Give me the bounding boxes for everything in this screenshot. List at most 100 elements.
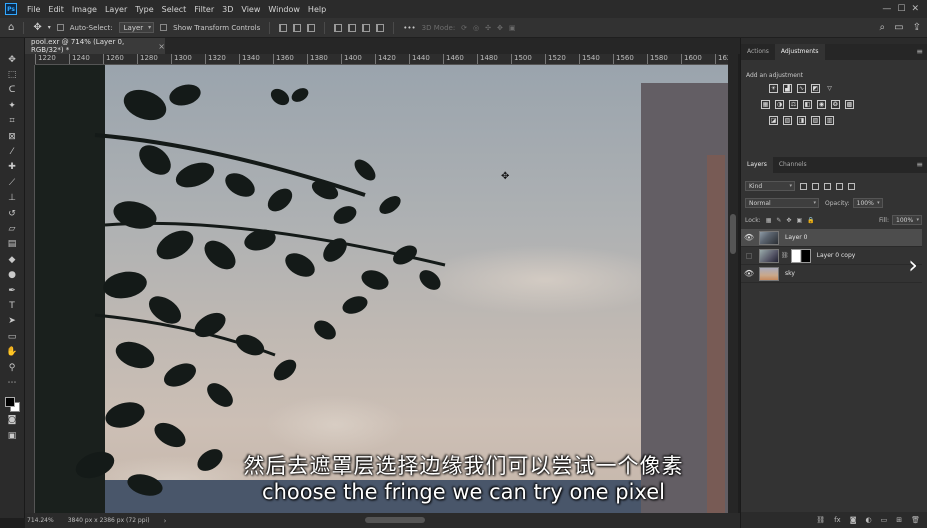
vertical-scrollbar[interactable] (728, 54, 738, 513)
mask-icon[interactable]: ◙ (850, 516, 857, 524)
menu-view[interactable]: View (237, 5, 264, 14)
history-brush-icon[interactable]: ↺ (4, 206, 20, 221)
align-middle-icon[interactable] (348, 23, 357, 32)
threshold-icon[interactable]: ◨ (797, 116, 806, 125)
document-tab[interactable]: pool.exr @ 714% (Layer 0, RGB/32*) * × (25, 38, 165, 54)
layer-row-sky[interactable]: 👁 sky (741, 265, 922, 283)
status-menu-arrow[interactable]: › (164, 517, 167, 525)
tab-channels[interactable]: Channels (773, 157, 813, 173)
minimize-button[interactable]: — (882, 4, 891, 14)
shape-filter-icon[interactable] (836, 182, 843, 190)
frame-tool-icon[interactable]: ⊠ (4, 129, 20, 144)
visibility-eye-icon[interactable]: 👁 (741, 233, 757, 242)
tab-adjustments[interactable]: Adjustments (774, 44, 825, 60)
workspace-icon[interactable]: ▭ (894, 22, 903, 33)
path-select-icon[interactable]: ➤ (4, 314, 20, 329)
visibility-toggle-off[interactable] (741, 252, 757, 259)
document-canvas[interactable]: ✥ (35, 65, 728, 513)
brightness-contrast-icon[interactable]: ☀ (769, 84, 778, 93)
smart-object-filter-icon[interactable] (848, 182, 855, 190)
rectangle-tool-icon[interactable]: ▭ (4, 329, 20, 344)
panel-menu-icon[interactable]: ≡ (916, 44, 927, 60)
more-tools-icon[interactable]: ⋯ (4, 375, 20, 390)
vibrance-icon[interactable]: ▦ (761, 100, 770, 109)
distribute-icon[interactable] (376, 23, 385, 32)
3d-roll-icon[interactable]: ◎ (473, 24, 479, 32)
search-icon[interactable]: ⌕ (880, 22, 886, 33)
lock-pixels-icon[interactable]: ✎ (776, 217, 781, 224)
move-tool-icon[interactable]: ✥ (4, 52, 20, 67)
menu-layer[interactable]: Layer (101, 5, 131, 14)
black-white-icon[interactable]: ◧ (803, 100, 812, 109)
levels-icon[interactable]: ▟ (783, 84, 792, 93)
menu-file[interactable]: File (23, 5, 44, 14)
magic-wand-icon[interactable]: ✦ (4, 98, 20, 113)
hue-saturation-icon[interactable]: ◑ (775, 100, 784, 109)
align-center-icon[interactable] (293, 23, 302, 32)
healing-brush-icon[interactable]: ✚ (4, 160, 20, 175)
eyedropper-icon[interactable]: ⁄ (4, 144, 20, 159)
new-layer-icon[interactable]: ⊞ (896, 516, 902, 524)
chevron-down-icon[interactable]: ▾ (48, 24, 51, 31)
color-balance-icon[interactable]: ⚖ (789, 100, 798, 109)
posterize-icon[interactable]: ▧ (783, 116, 792, 125)
lock-artboard-icon[interactable]: ▣ (796, 217, 802, 224)
horizontal-scrollbar-thumb[interactable] (365, 517, 425, 523)
layer-row-layer0-copy[interactable]: ⛓ Layer 0 copy (741, 247, 922, 265)
layer-row-layer0[interactable]: 👁 Layer 0 (741, 229, 922, 247)
menu-edit[interactable]: Edit (44, 5, 68, 14)
lasso-tool-icon[interactable]: ᑕ (4, 83, 20, 98)
blur-tool-icon[interactable]: ◆ (4, 252, 20, 267)
screen-mode-icon[interactable]: ▣ (4, 428, 20, 443)
menu-help[interactable]: Help (304, 5, 330, 14)
adjustment-icon[interactable]: ◐ (866, 516, 872, 524)
scrollbar-thumb[interactable] (730, 214, 736, 254)
type-filter-icon[interactable] (824, 182, 831, 190)
close-window-button[interactable]: ✕ (911, 4, 919, 14)
marquee-tool-icon[interactable]: ⬚ (4, 67, 20, 82)
dodge-tool-icon[interactable]: ● (4, 267, 20, 282)
3d-slide-icon[interactable]: ✥ (497, 24, 503, 32)
selective-color-icon[interactable]: ▨ (811, 116, 820, 125)
tab-actions[interactable]: Actions (741, 44, 775, 60)
panel-menu-icon[interactable]: ≡ (916, 157, 927, 173)
exposure-icon[interactable]: ◩ (811, 84, 820, 93)
foreground-color-swatch[interactable] (5, 396, 15, 407)
share-icon[interactable]: ⇪ (913, 22, 921, 33)
fx-icon[interactable]: fx (834, 516, 841, 524)
invert-icon[interactable]: ◪ (769, 116, 778, 125)
link-icon[interactable]: ⛓ (816, 516, 825, 524)
menu-3d[interactable]: 3D (218, 5, 237, 14)
align-right-icon[interactable] (307, 23, 316, 32)
horizontal-ruler[interactable]: 1220 1240 1260 1280 1300 1320 1340 1360 … (35, 54, 728, 65)
home-icon[interactable]: ⌂ (8, 22, 14, 33)
type-tool-icon[interactable]: T (4, 298, 20, 313)
align-top-icon[interactable] (334, 23, 343, 32)
menu-image[interactable]: Image (68, 5, 101, 14)
chevron-right-icon[interactable]: › (903, 250, 923, 280)
visibility-eye-icon[interactable]: 👁 (741, 269, 757, 278)
color-swatches[interactable] (3, 395, 21, 413)
hand-tool-icon[interactable]: ✋ (4, 344, 20, 359)
group-icon[interactable]: ▭ (881, 516, 888, 524)
clone-stamp-icon[interactable]: ⊥ (4, 191, 20, 206)
color-lookup-icon[interactable]: ▩ (845, 100, 854, 109)
pen-tool-icon[interactable]: ✒ (4, 283, 20, 298)
gradient-tool-icon[interactable]: ▤ (4, 237, 20, 252)
fill-field[interactable]: 100% (892, 215, 922, 225)
link-chain-icon[interactable]: ⛓ (781, 252, 789, 259)
align-left-icon[interactable] (279, 23, 288, 32)
gradient-triangle-icon[interactable]: ▽ (825, 84, 834, 93)
close-icon[interactable]: × (158, 42, 165, 51)
crop-tool-icon[interactable]: ⌗ (4, 114, 20, 129)
pixel-filter-icon[interactable] (800, 182, 807, 190)
maximize-button[interactable]: ☐ (897, 4, 905, 14)
channel-mixer-icon[interactable]: ❂ (831, 100, 840, 109)
lock-all-icon[interactable]: 🔒 (807, 217, 814, 224)
move-tool-icon[interactable]: ✥ (33, 22, 41, 33)
menu-type[interactable]: Type (131, 5, 157, 14)
blend-mode-dropdown[interactable]: Normal (745, 198, 819, 208)
ruler-origin[interactable] (25, 54, 35, 65)
curves-icon[interactable]: ∿ (797, 84, 806, 93)
auto-select-dropdown[interactable]: Layer (118, 22, 155, 33)
